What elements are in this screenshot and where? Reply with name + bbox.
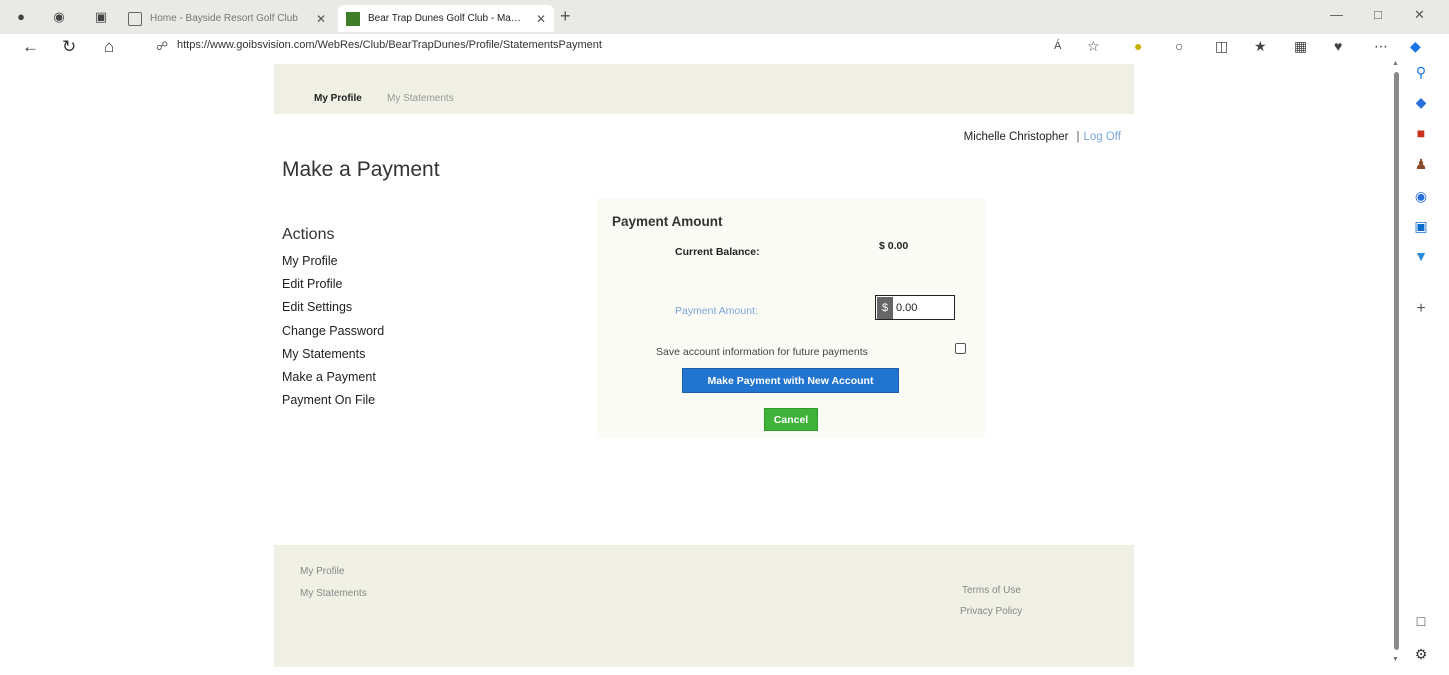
drop-icon[interactable]: ▼ [1412,248,1430,264]
window-close-icon[interactable]: ✕ [1414,7,1425,23]
payment-panel: Payment Amount Current Balance: $ 0.00 P… [597,198,985,438]
topnav-my-statements[interactable]: My Statements [387,93,454,104]
footer-my-profile[interactable]: My Profile [300,566,344,577]
current-balance-label: Current Balance: [675,246,760,258]
home-icon[interactable]: ⌂ [104,37,114,57]
add-sidebar-icon[interactable]: + [1412,300,1430,318]
current-balance-value: $ 0.00 [879,240,909,252]
tab-actions-icon[interactable]: ▣ [92,9,110,25]
action-payment-on-file[interactable]: Payment On File [282,393,384,416]
browser-address-bar: ← ↻ ⌂ ☍ https://www.goibsvision.com/WebR… [0,34,1449,60]
cancel-button[interactable]: Cancel [764,408,818,431]
page-icon [128,11,142,26]
outlook-icon[interactable]: ▣ [1412,218,1430,235]
payment-heading: Payment Amount [612,214,723,229]
user-info: Michelle Christopher | Log Off [964,131,1121,143]
action-my-statements[interactable]: My Statements [282,347,384,370]
payment-amount-field[interactable]: $ [875,295,955,320]
sidebar-panel-icon[interactable]: □ [1412,613,1430,629]
footer-privacy-policy[interactable]: Privacy Policy [960,606,1022,617]
club-favicon-icon [346,11,360,26]
browser-tab-beartrap[interactable]: Bear Trap Dunes Golf Club - Ma… ✕ [338,5,554,32]
extension-c-icon[interactable]: ○ [1175,38,1183,54]
office-icon[interactable]: ◉ [1412,188,1430,205]
site-top-nav: My Profile My Statements [274,64,1134,114]
action-my-profile[interactable]: My Profile [282,254,384,277]
shopping-tag-icon[interactable]: ◆ [1412,94,1430,111]
scrollbar-thumb[interactable] [1394,72,1399,650]
page-title: Make a Payment [282,158,440,181]
make-payment-button[interactable]: Make Payment with New Account [682,368,899,393]
user-separator: | [1076,131,1080,143]
favorite-star-icon[interactable]: ☆ [1087,38,1100,55]
tab-title: Home - Bayside Resort Golf Club [150,13,298,24]
copilot-icon[interactable]: ◆ [1410,38,1421,55]
more-menu-icon[interactable]: ⋯ [1374,38,1388,55]
site-footer: My Profile My Statements Terms of Use Pr… [274,545,1134,667]
new-tab-icon[interactable]: + [560,6,571,27]
user-name: Michelle Christopher [963,131,1069,143]
browser-sidebar: ⚲ ◆ ■ ♟ ◉ ▣ ▼ + □ ⚙ [1400,60,1449,675]
url-field[interactable]: https://www.goibsvision.com/WebRes/Club/… [177,39,602,51]
footer-terms-of-use[interactable]: Terms of Use [962,585,1021,596]
action-change-password[interactable]: Change Password [282,324,384,347]
tab-title: Bear Trap Dunes Golf Club - Ma… [368,13,521,24]
payment-amount-label: Payment Amount: [675,305,758,317]
read-aloud-icon[interactable]: Á [1054,40,1061,52]
maximize-icon[interactable]: □ [1374,7,1382,22]
save-account-label: Save account information for future paym… [656,346,868,358]
favorites-icon[interactable]: ★ [1254,38,1267,55]
action-edit-settings[interactable]: Edit Settings [282,300,384,323]
tools-briefcase-icon[interactable]: ■ [1412,125,1430,141]
action-make-payment[interactable]: Make a Payment [282,370,384,393]
settings-gear-icon[interactable]: ⚙ [1412,646,1430,663]
games-icon[interactable]: ♟ [1412,156,1430,173]
footer-my-statements[interactable]: My Statements [300,588,367,599]
close-icon[interactable]: ✕ [316,12,326,26]
log-off-link[interactable]: Log Off [1083,131,1121,143]
search-icon[interactable]: ⚲ [1412,64,1430,81]
scroll-down-icon[interactable]: ▼ [1392,656,1399,663]
close-icon[interactable]: ✕ [536,12,546,26]
save-account-checkbox[interactable] [955,343,966,354]
action-edit-profile[interactable]: Edit Profile [282,277,384,300]
extension-icon[interactable]: ● [1134,38,1142,54]
health-icon[interactable]: ♥ [1334,38,1342,54]
back-icon[interactable]: ← [22,37,39,57]
collections-icon[interactable]: ▦ [1294,38,1307,55]
split-screen-icon[interactable]: ◫ [1215,38,1228,55]
payment-amount-input[interactable] [896,301,952,314]
refresh-icon[interactable]: ↻ [62,37,76,57]
currency-symbol: $ [877,296,893,319]
browser-tab-home[interactable]: Home - Bayside Resort Golf Club ✕ [120,5,334,32]
actions-heading: Actions [282,226,335,243]
workspaces-icon[interactable]: ◉ [50,9,68,25]
topnav-my-profile[interactable]: My Profile [314,93,362,104]
profile-icon[interactable]: ● [12,9,30,24]
actions-menu: Actions My Profile Edit Profile Edit Set… [282,226,384,416]
scroll-up-icon[interactable]: ▲ [1392,60,1399,67]
lock-icon[interactable]: ☍ [156,39,168,53]
minimize-icon[interactable]: — [1330,7,1343,22]
browser-tab-bar: ● ◉ ▣ Home - Bayside Resort Golf Club ✕ … [0,0,1449,34]
page-scrollbar[interactable]: ▲ ▼ [1392,60,1400,675]
